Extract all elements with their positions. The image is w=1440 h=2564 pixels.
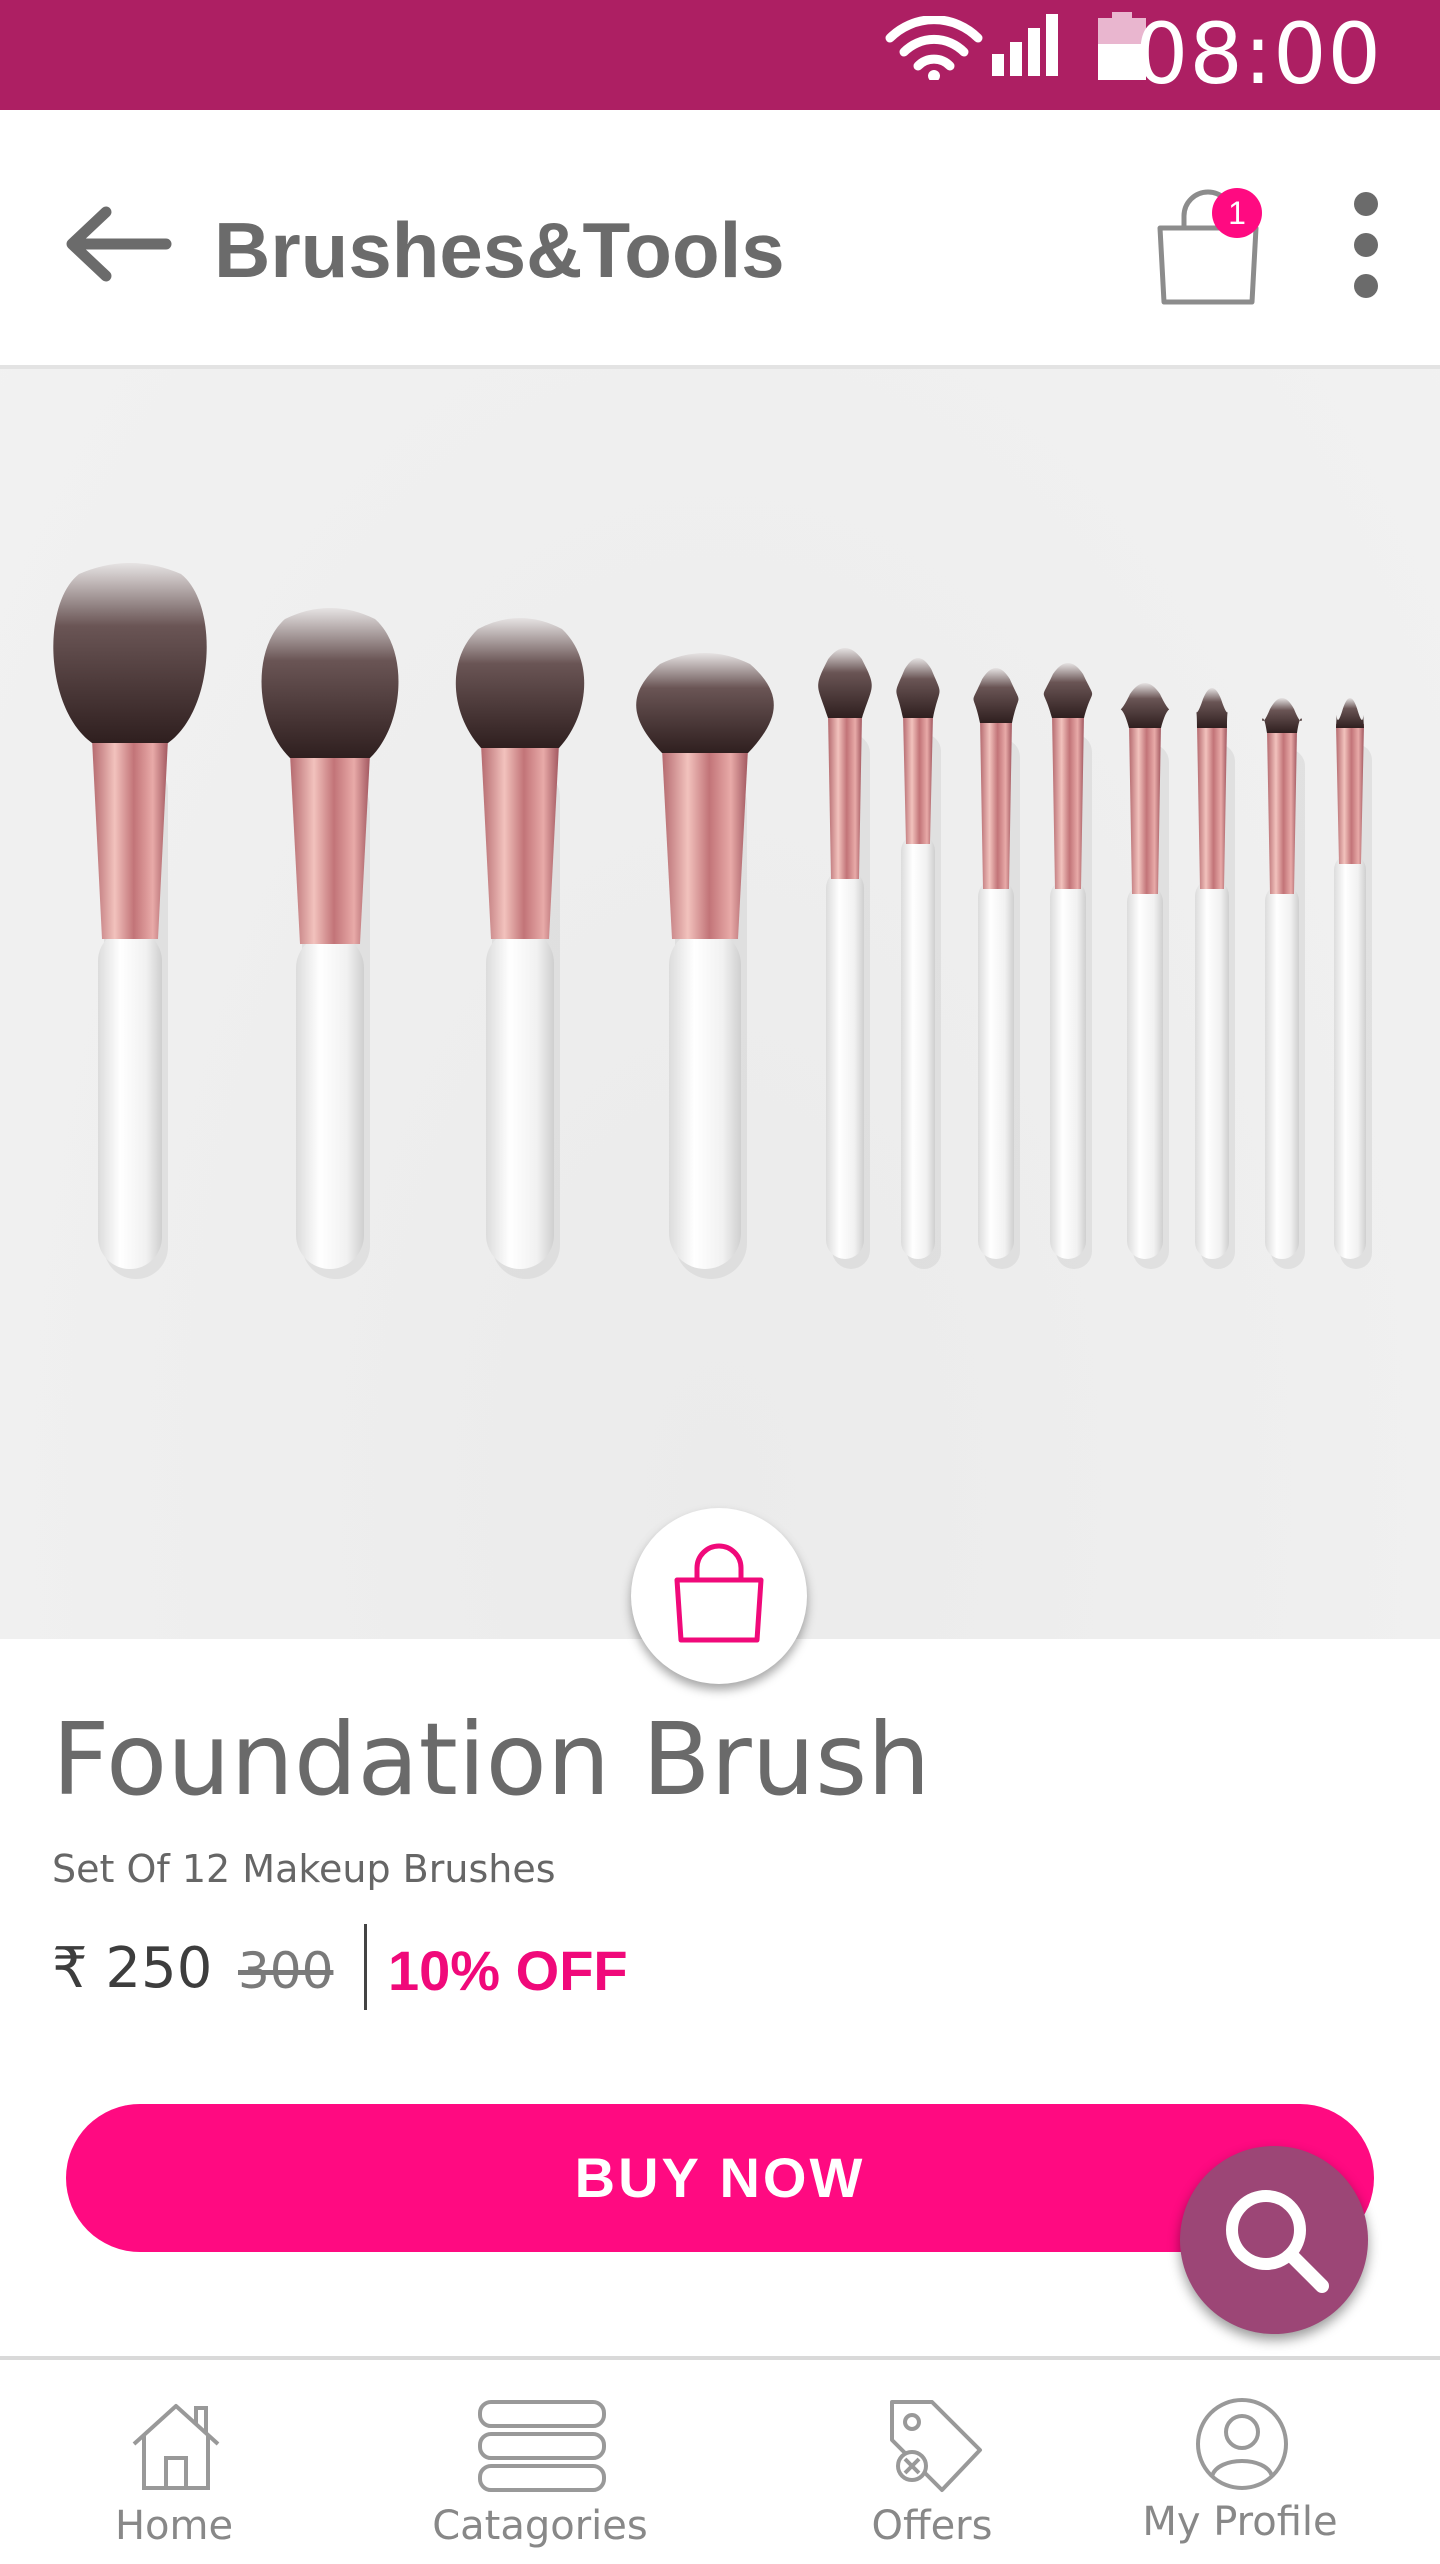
brush-7 — [973, 668, 1020, 1269]
page-title: Brushes&Tools — [214, 206, 785, 294]
nav-offers-label: Offers — [871, 2503, 993, 2549]
search-button[interactable] — [1180, 2146, 1368, 2334]
bottom-navigation: Home Catagories Offers My Profile — [0, 2356, 1440, 2564]
status-bar: 08:00 — [0, 0, 1440, 110]
brush-6 — [896, 658, 941, 1269]
shopping-bag-icon — [674, 1543, 764, 1643]
product-subtitle: Set Of 12 Makeup Brushes — [52, 1847, 556, 1891]
brush-8 — [1043, 663, 1093, 1269]
current-price: ₹ 250 — [52, 1936, 213, 2001]
nav-categories-label: Catagories — [432, 2503, 648, 2549]
brush-5 — [818, 648, 872, 1269]
brush-2 — [261, 608, 399, 1279]
nav-profile-label: My Profile — [1142, 2499, 1338, 2545]
brush-4 — [636, 653, 774, 1279]
cart-badge: 1 — [1212, 188, 1262, 238]
add-to-bag-button[interactable] — [631, 1508, 807, 1684]
nav-home-label: Home — [114, 2503, 234, 2549]
more-options-icon[interactable] — [1346, 190, 1386, 300]
product-image — [0, 369, 1440, 1639]
discount-label: 10% OFF — [388, 1939, 628, 2002]
brush-12 — [1334, 698, 1372, 1269]
status-time: 08:00 — [1134, 5, 1382, 103]
app-bar: Brushes&Tools 1 — [0, 110, 1440, 369]
brush-3 — [455, 618, 585, 1279]
nav-home[interactable]: Home — [24, 2360, 324, 2564]
buy-now-button[interactable]: BUY NOW — [66, 2104, 1374, 2252]
nav-categories[interactable]: Catagories — [390, 2360, 690, 2564]
brush-set-illustration — [53, 563, 1372, 1279]
brush-11 — [1262, 698, 1305, 1269]
nav-profile[interactable]: My Profile — [1090, 2360, 1390, 2564]
brush-1 — [53, 563, 207, 1279]
signal-icon — [992, 14, 1058, 76]
search-icon — [1226, 2190, 1329, 2293]
categories-icon — [478, 2400, 606, 2492]
back-arrow-icon[interactable] — [62, 204, 172, 284]
brush-10 — [1195, 688, 1235, 1269]
product-name: Foundation Brush — [52, 1701, 931, 1818]
wifi-icon — [885, 16, 983, 80]
profile-icon — [1196, 2398, 1288, 2490]
offers-tag-icon — [890, 2400, 982, 2492]
price-divider — [364, 1924, 367, 2010]
brush-9 — [1120, 683, 1170, 1269]
home-icon — [132, 2404, 220, 2490]
original-price: 300 — [238, 1942, 334, 2000]
nav-offers[interactable]: Offers — [782, 2360, 1082, 2564]
